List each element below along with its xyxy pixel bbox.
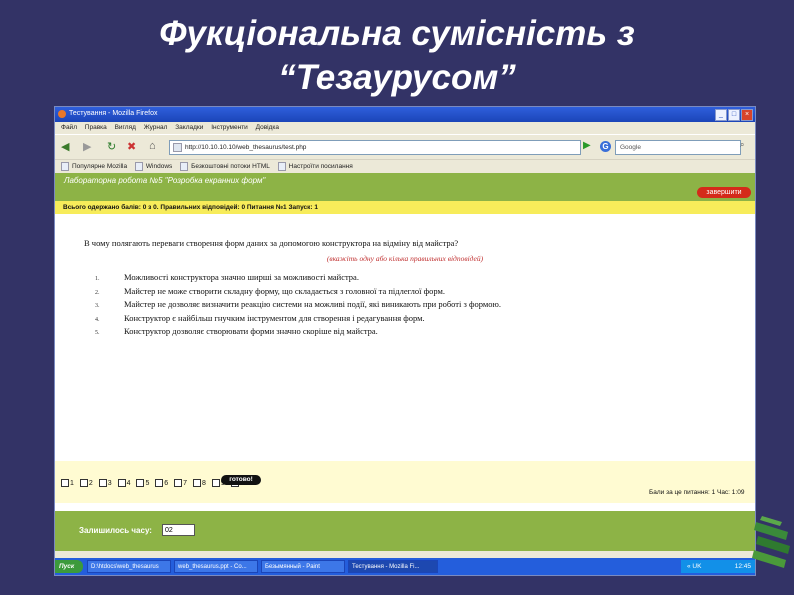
- menu-tools[interactable]: Інструменти: [211, 124, 248, 131]
- answer-text: Майстер не дозволяє визначити реакцію си…: [124, 299, 501, 309]
- answer-text: Конструктор дозволяє створювати форми зн…: [124, 326, 378, 336]
- bookmark-item[interactable]: Настроїти посилання: [278, 162, 353, 171]
- checkbox-label: 2: [88, 479, 93, 487]
- book-shape: [752, 550, 786, 568]
- answer-checkbox[interactable]: [155, 479, 164, 487]
- window-title: Тестування - Mozilla Firefox: [69, 110, 158, 117]
- answer-checkbox[interactable]: [117, 479, 126, 487]
- answer-text: Можливості конструктора значно ширші за …: [124, 272, 359, 282]
- time-left-label: Залишилось часу:: [79, 526, 152, 535]
- marks-text: Бали за це питання: 1 Час: 1:09: [649, 489, 745, 496]
- go-icon[interactable]: ▶: [583, 140, 591, 151]
- minimize-button[interactable]: _: [715, 109, 727, 121]
- decorative-books-graphic: [752, 516, 790, 568]
- list-item: 4. Конструктор є найбільш гнучким інструм…: [95, 313, 501, 327]
- answer-checkbox[interactable]: [98, 479, 107, 487]
- bookmarks-bar: Популярне Mozilla Windows Безкоштовні по…: [55, 159, 755, 173]
- back-arrow-icon[interactable]: ◀: [61, 140, 69, 153]
- bookmark-item[interactable]: Windows: [135, 162, 172, 171]
- finish-button[interactable]: завершити: [697, 187, 751, 198]
- reload-icon[interactable]: ↻: [107, 140, 116, 153]
- address-bar[interactable]: http://10.10.10.10/web_thesaurus/test.ph…: [169, 140, 581, 155]
- menu-bar: Файл Правка Вигляд Журнал Закладки Інстр…: [55, 122, 755, 134]
- address-text: http://10.10.10.10/web_thesaurus/test.ph…: [185, 144, 307, 151]
- taskbar-item[interactable]: D:\htdocs\web_thesaurus: [87, 560, 171, 573]
- answer-list: 1. Можливості конструктора значно ширші з…: [95, 272, 501, 340]
- home-icon[interactable]: ⌂: [149, 140, 156, 152]
- system-tray: « UK 12:45: [681, 560, 755, 573]
- checkbox-label: 1: [70, 479, 74, 487]
- answer-checkbox[interactable]: [136, 479, 145, 487]
- answer-checkbox[interactable]: [211, 479, 220, 487]
- menu-view[interactable]: Вигляд: [115, 124, 136, 131]
- answer-number: 2.: [95, 289, 100, 296]
- checkbox-label: 6: [164, 479, 169, 487]
- maximize-button[interactable]: □: [728, 109, 740, 121]
- taskbar: Пуск D:\htdocs\web_thesaurus web_thesaur…: [55, 558, 755, 575]
- forward-arrow-icon[interactable]: ▶: [83, 140, 91, 153]
- question-text: В чому полягають переваги створення форм…: [84, 238, 459, 248]
- slide-title-line-2: “Тезаурусом”: [278, 58, 516, 97]
- checkbox-label: 3: [107, 479, 112, 487]
- ready-button[interactable]: готово!: [221, 475, 261, 485]
- answer-panel: 1 2 3 4 5 6 7 8 9 10 готово! Бали за це …: [55, 461, 755, 503]
- menu-edit[interactable]: Правка: [85, 124, 107, 131]
- answer-number: 1.: [95, 276, 100, 282]
- answer-checkbox[interactable]: [193, 479, 202, 487]
- answer-checkbox[interactable]: [174, 479, 183, 487]
- stop-icon[interactable]: ✖: [127, 140, 136, 153]
- page-icon: [173, 143, 182, 152]
- time-left-field[interactable]: 02: [162, 524, 195, 536]
- taskbar-item-active[interactable]: Тестування - Mozilla Fi...: [348, 560, 438, 573]
- checkbox-label: 7: [183, 479, 188, 487]
- checkbox-label: 4: [126, 479, 131, 487]
- answer-hint: (вкажіть одну або кілька правильних відп…: [326, 254, 484, 263]
- list-item: 2. Майстер не може створити складну форму…: [95, 286, 501, 300]
- firefox-icon: [58, 110, 66, 118]
- close-button[interactable]: ×: [741, 109, 753, 121]
- answer-number: 4.: [95, 316, 100, 323]
- list-item: 5. Конструктор дозволяє створювати форми …: [95, 326, 501, 340]
- menu-file[interactable]: Файл: [61, 124, 77, 131]
- answer-number: 5.: [95, 330, 100, 336]
- bookmark-item[interactable]: Популярне Mozilla: [61, 162, 127, 171]
- navigation-toolbar: ◀ ▶ ↻ ✖ ⌂ http://10.10.10.10/web_thesaur…: [55, 134, 755, 159]
- timer-footer: Залишилось часу: 02: [55, 511, 755, 551]
- answer-text: Конструктор є найбільш гнучким інструмен…: [124, 312, 425, 323]
- answer-number: 3.: [95, 303, 100, 309]
- answer-text: Майстер не може створити складну форму, …: [124, 285, 446, 296]
- clock: 12:45: [734, 563, 751, 570]
- taskbar-item[interactable]: web_thesaurus.ppt - Со...: [174, 560, 258, 573]
- bookmark-item[interactable]: Безкоштовні потоки HTML: [180, 162, 270, 171]
- answer-checkbox[interactable]: [79, 479, 88, 487]
- lab-title: Лабораторна робота №5 "Розробка екранних…: [64, 176, 266, 185]
- checkbox-label: 5: [145, 479, 150, 487]
- checkbox-label: 8: [202, 479, 206, 487]
- taskbar-item[interactable]: Безымянный - Paint: [261, 560, 345, 573]
- start-button[interactable]: Пуск: [55, 560, 83, 573]
- slide-title-line-1: Фукціональна сумісність з: [159, 14, 635, 53]
- menu-help[interactable]: Довідка: [256, 124, 279, 131]
- search-input[interactable]: Google: [615, 140, 741, 155]
- search-icon[interactable]: ⌕: [740, 140, 744, 150]
- answer-checkbox[interactable]: [61, 479, 69, 487]
- browser-screenshot: Тестування - Mozilla Firefox _ □ × Файл Пр…: [54, 106, 756, 576]
- list-item: 3. Майстер не дозволяє визначити реакцію …: [95, 299, 501, 313]
- status-bar: [55, 551, 755, 558]
- menu-bookmarks[interactable]: Закладки: [175, 124, 203, 131]
- score-bar: Всього одержано балів: 0 з 0. Правильних…: [55, 201, 755, 214]
- google-icon: G: [600, 141, 611, 152]
- menu-history[interactable]: Журнал: [144, 124, 168, 131]
- lab-header: Лабораторна робота №5 "Розробка екранних…: [55, 173, 755, 201]
- window-controls: _ □ ×: [714, 109, 753, 121]
- window-titlebar: Тестування - Mozilla Firefox _ □ ×: [55, 107, 755, 122]
- list-item: 1. Можливості конструктора значно ширші з…: [95, 272, 501, 286]
- language-indicator[interactable]: « UK: [687, 560, 701, 573]
